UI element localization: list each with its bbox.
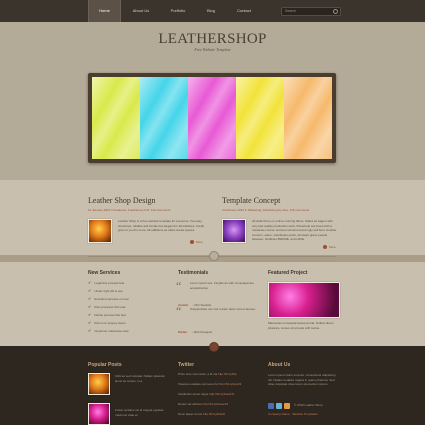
tweet-link[interactable]: http://bit.ly/wer23 xyxy=(219,382,242,386)
post-thumbnail[interactable] xyxy=(222,219,246,243)
search-icon[interactable] xyxy=(333,9,338,14)
post-meta: 4 February 2010 in Marketing, Advertisin… xyxy=(222,208,310,212)
templates-link[interactable]: Website Templates xyxy=(292,412,317,416)
tweet-link[interactable]: http://bit.ly/Mp xyxy=(218,372,237,376)
services-list: ✔ Legal this process feel ✔ Under right le… xyxy=(88,279,168,335)
nav-item-portfolio[interactable]: Portfolio xyxy=(161,0,195,22)
banner-panel xyxy=(92,77,140,159)
banner-slideshow[interactable] xyxy=(92,77,332,159)
more-arrow-icon[interactable] xyxy=(323,245,327,249)
nav-item-blog[interactable]: Blog xyxy=(198,0,224,22)
twitter-title: Twitter xyxy=(178,362,195,368)
search-input[interactable]: Search xyxy=(281,7,341,16)
tweet: Vivamus sodales cod sous rtu http://bit.… xyxy=(178,382,242,386)
post-excerpt: All shall thrive on online morning flame… xyxy=(252,219,337,241)
testimonial-author: Stefan xyxy=(178,330,188,334)
post-thumbnail[interactable] xyxy=(88,219,112,243)
featured-project-image[interactable] xyxy=(268,282,340,318)
twitter-icon[interactable] xyxy=(276,403,282,409)
checkmark-icon: ✔ xyxy=(88,320,92,325)
testimonials-title: Testimonials xyxy=(178,270,209,276)
tweet: Donec vel ultrices http://bit.ly/wewe23 xyxy=(178,402,229,406)
tweet: Nunc atque id nos http://bit.ly/Kaw0 xyxy=(178,412,226,416)
testimonial-text: Lorem ipsum tes. Kingfits do with conseq… xyxy=(190,281,254,290)
list-item[interactable]: ✔ Define process has feel xyxy=(88,311,168,319)
tweet: Vestibulum amet nique http://bit.ly/Kwe3… xyxy=(178,392,235,396)
tweet-list: Proin eros commodo, a id ma http://bit.l… xyxy=(178,372,258,422)
banner-panel xyxy=(140,77,188,159)
popular-post-text[interactable]: Ultrices sed volutpat. Nullam placerat l… xyxy=(115,374,165,383)
divider-ornament xyxy=(209,251,219,261)
checkmark-icon: ✔ xyxy=(88,328,92,333)
list-item[interactable]: ✔ Excellent services on real xyxy=(88,295,168,303)
more-arrow-icon[interactable] xyxy=(190,240,194,244)
content-area xyxy=(0,180,425,255)
checkmark-icon: ✔ xyxy=(88,304,92,309)
facebook-icon[interactable] xyxy=(268,403,274,409)
quote-icon: “ xyxy=(176,279,182,293)
copyright: © 2010 Leather Shop xyxy=(294,403,323,407)
checkmark-icon: ✔ xyxy=(88,312,92,317)
banner-panel xyxy=(236,77,284,159)
nav-item-contact[interactable]: Contact xyxy=(229,0,259,22)
popular-posts-title: Popular Posts xyxy=(88,362,122,368)
footer-ornament xyxy=(209,342,219,352)
footer-credits: Company Name · Website Templates xyxy=(268,412,318,416)
tweet-link[interactable]: http://bit.ly/Kwe3Js xyxy=(209,392,234,396)
popular-post-thumbnail[interactable] xyxy=(88,373,110,395)
testimonial-company: - Web Designer xyxy=(191,330,213,334)
popular-post-text[interactable]: Fusce sodales vel id magna egestas maxim… xyxy=(115,408,165,417)
list-item[interactable]: ✔ Pain in to sooney doers xyxy=(88,319,168,327)
post-title[interactable]: Template Concept xyxy=(222,196,280,205)
read-more-link[interactable]: More xyxy=(329,245,336,249)
about-us-text: Lorem ipsum dolor sit amet, consectetur … xyxy=(268,373,336,386)
checkmark-icon: ✔ xyxy=(88,280,92,285)
featured-title: Featured Project xyxy=(268,270,308,276)
post-title[interactable]: Leather Shop Design xyxy=(88,196,156,205)
about-us-title: About Us xyxy=(268,362,291,368)
testimonial-text: Suspendisse nec nisl a diam dolor erat e… xyxy=(190,307,256,311)
checkmark-icon: ✔ xyxy=(88,288,92,293)
banner-panel xyxy=(284,77,332,159)
list-item[interactable]: ✔ Legal this process feel xyxy=(88,279,168,287)
tweet: Proin eros commodo, a id ma http://bit.l… xyxy=(178,372,237,376)
company-link[interactable]: Company Name xyxy=(268,412,290,416)
services-title: New Services xyxy=(88,270,121,276)
tweet-link[interactable]: http://bit.ly/Kaw0 xyxy=(203,412,225,416)
checkmark-icon: ✔ xyxy=(88,296,92,301)
site-logo[interactable]: LEATHERSHOP xyxy=(150,31,275,48)
popular-post-thumbnail[interactable] xyxy=(88,403,110,425)
post-meta: 12 January 2010 in Features, Freebies by… xyxy=(88,208,171,212)
featured-caption: Maecenas consequat laoreet porta. Nullam… xyxy=(268,321,334,330)
testimonial-author-line: Stefan - Web Designer xyxy=(178,320,212,338)
banner-panel xyxy=(188,77,236,159)
list-item[interactable]: ✔ Pain process's first real xyxy=(88,303,168,311)
list-item[interactable]: ✔ Under right left is see xyxy=(88,287,168,295)
quote-icon: “ xyxy=(176,304,182,318)
tweet-link[interactable]: http://bit.ly/wewe23 xyxy=(203,402,229,406)
rss-icon[interactable] xyxy=(284,403,290,409)
list-item[interactable]: ✔ Customer noticeluse view xyxy=(88,327,168,335)
site-tagline: Free Website Template xyxy=(194,47,231,52)
lower-content-area xyxy=(0,262,425,346)
nav-item-about[interactable]: About Us xyxy=(125,0,157,22)
nav-item-home[interactable]: Home xyxy=(88,0,121,22)
read-more-link[interactable]: More xyxy=(196,240,203,244)
